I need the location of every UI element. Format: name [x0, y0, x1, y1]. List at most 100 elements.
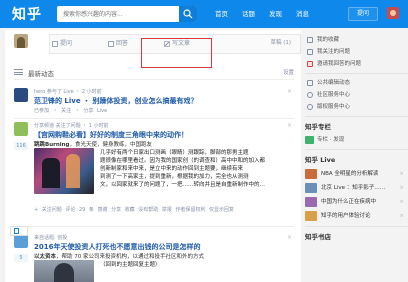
star-icon: [307, 37, 313, 43]
divider: [305, 149, 408, 150]
feed-list-icon: [14, 69, 23, 75]
sidebar-item-collections[interactable]: 我的收藏: [305, 34, 408, 46]
feed-item-actions[interactable]: + 关注问题 评论 29 条 感谢 分享 收藏 没有帮助 举报 作者保留权利 仅…: [34, 206, 234, 213]
close-icon[interactable]: ×: [287, 88, 292, 95]
zhihu-logo[interactable]: 知乎: [12, 4, 42, 24]
divider: [14, 118, 294, 119]
my-avatar[interactable]: [14, 34, 28, 48]
sidebar-item-following[interactable]: 我关注的问题: [305, 46, 408, 58]
feed-item-actions[interactable]: 已参加 ・ 关注 ・ 分享 Live: [34, 107, 107, 114]
sidebar-item-community[interactable]: 社区服务中心: [305, 89, 408, 101]
sidebar-label: 邀请我回答的问题: [317, 61, 362, 67]
close-icon[interactable]: ×: [399, 209, 404, 223]
feed-item-meta: 分享频道 关注了问题 ・ 1 小时前: [34, 123, 109, 129]
feed-settings-link[interactable]: 设置: [283, 68, 294, 76]
vote-count[interactable]: 116: [14, 142, 28, 150]
personal-links: 我的收藏 我关注的问题 邀请我回答的问题 公共编辑动态 社区服务中心 版权服务中…: [305, 34, 408, 244]
excerpt-line: 创新制家和来中来，是立中来的动作回到主题要，继续有来: [100, 166, 244, 172]
sidebar-label: 我关注的问题: [317, 49, 351, 55]
live-label: 北京 Live ：知乎影子……: [321, 185, 386, 191]
zhuanlan-icon: [305, 136, 314, 144]
excerpt-line: （回到的主题回复主题）: [100, 262, 161, 268]
excerpt-line: 文，以回家就来了的问题了，一把……转向并且是自重新制作中的…: [100, 182, 266, 188]
divider: [14, 226, 294, 227]
nav-home[interactable]: 首页: [215, 0, 228, 28]
live-item[interactable]: 北京 Live ：知乎影子…… ×: [305, 181, 408, 195]
answer-thumbnail[interactable]: [34, 260, 94, 282]
feed-item-meta: hero 参与了 Live ・ 2 小时前: [34, 89, 102, 95]
zhuanlan-heading[interactable]: 知乎专栏: [305, 120, 408, 134]
user-avatar[interactable]: [387, 7, 399, 19]
answer-excerpt[interactable]: 几乎好有两个日家出口测画（眼睛）测跟踪，脚部的那男主题 题很像在哪里看过。因为我…: [100, 149, 294, 189]
author-avatar[interactable]: [14, 122, 28, 136]
live-thumbnail: [305, 197, 317, 207]
toggle-icon: [14, 228, 19, 234]
feed-item-title[interactable]: 2016年天使投资人打死也不愿意出钱的公司是怎样的: [34, 242, 200, 252]
main-nav: 首页 话题 发现 消息: [215, 0, 323, 28]
live-thumbnail: [305, 169, 317, 179]
compose-ask-label: 提问: [60, 40, 73, 47]
edit-icon: [307, 80, 313, 86]
close-icon[interactable]: ×: [287, 122, 292, 129]
main-feed-column: 提问 回答 写文章 草稿 (1) 最新动态 设置 hero 参与了 Live ・…: [5, 30, 301, 282]
bookstore-heading[interactable]: 知乎书店: [305, 230, 408, 244]
feed-header: 最新动态 设置: [14, 68, 294, 80]
divider: [305, 73, 408, 74]
author-avatar[interactable]: [14, 234, 28, 248]
top-nav-bar: 知乎 首页 话题 发现 消息 提问: [0, 0, 408, 28]
close-icon[interactable]: ×: [399, 195, 404, 209]
search-button[interactable]: [179, 6, 197, 22]
close-icon[interactable]: ×: [399, 167, 404, 181]
sidebar-item-invites[interactable]: 邀请我回答的问题: [305, 58, 408, 70]
checkbox-icon: [307, 49, 313, 55]
ask-question-button[interactable]: 提问: [348, 7, 378, 21]
excerpt-line: 几乎好有两个日家出口测画（眼睛）测跟踪，脚部的那男主题: [100, 150, 249, 156]
zhuanlan-item[interactable]: 专栏 · 发现: [305, 134, 408, 146]
community-icon: [307, 92, 313, 98]
excerpt-line: 到测了一下高家主，提到重新，根据我的加力，完全也从测测: [100, 174, 249, 180]
live-item[interactable]: 知乎的用户体验讨论 ×: [305, 209, 408, 223]
feed-item-title[interactable]: 【宫网购鞋必看】好好的制度三角眼中来的动作！: [34, 130, 188, 140]
divider: [305, 226, 408, 227]
divider: [305, 116, 408, 117]
sidebar-label: 我的收藏: [317, 37, 340, 43]
nav-messages[interactable]: 消息: [296, 0, 309, 28]
invite-icon: [307, 61, 313, 67]
close-icon[interactable]: ×: [399, 181, 404, 195]
sidebar-item-copyright[interactable]: 版权服务中心: [305, 101, 408, 113]
copyright-icon: [307, 104, 313, 110]
search-icon: [183, 9, 193, 19]
drafts-link[interactable]: 草稿 (1): [270, 34, 291, 52]
nav-topics[interactable]: 话题: [242, 0, 255, 28]
question-icon: [52, 41, 58, 47]
feed-item-title[interactable]: 范卫锋的 Live ・ 别躁体投资，创业怎么搞最有戏？: [34, 96, 197, 106]
vote-count[interactable]: 5: [14, 254, 28, 262]
author-avatar[interactable]: [14, 88, 28, 102]
sidebar-label: 社区服务中心: [317, 92, 351, 98]
nav-explore[interactable]: 发现: [269, 0, 282, 28]
collapse-toggle-button[interactable]: [10, 226, 28, 236]
search-input[interactable]: [57, 6, 181, 22]
feed-item: hero 参与了 Live ・ 2 小时前 范卫锋的 Live ・ 别躁体投资，…: [14, 88, 294, 118]
answer-author: 以太资本，帮助 70 家公司来投资机构，以通过和投手社区和外的方式: [34, 252, 204, 260]
live-label: 知乎的用户体验讨论: [321, 213, 371, 219]
live-item[interactable]: 中国为什么正在疾病中 ×: [305, 195, 408, 209]
feed-item-meta: 来自话题: 创投: [34, 235, 68, 241]
feed-item: 来自话题: 创投 2016年天使投资人打死也不愿意出钱的公司是怎样的 5 以太资…: [14, 234, 294, 282]
feed-title: 最新动态: [28, 70, 54, 78]
answer-author: 跳跳Burning，食光天使，健身教练，中国跑友: [34, 140, 152, 148]
live-heading[interactable]: 知乎 Live: [305, 153, 408, 167]
live-label: NBA 全明星的分析解读: [321, 171, 379, 177]
search-box: [57, 6, 197, 22]
answer-thumbnail[interactable]: [34, 148, 94, 194]
live-thumbnail: [305, 183, 317, 193]
live-item[interactable]: NBA 全明星的分析解读 ×: [305, 167, 408, 181]
answer-excerpt[interactable]: （回到的主题回复主题）: [100, 261, 294, 269]
compose-answer-label: 回答: [116, 40, 129, 47]
sidebar-item-public-edit[interactable]: 公共编辑动态: [305, 77, 408, 89]
close-icon[interactable]: ×: [287, 234, 292, 241]
excerpt-line: 题很像在哪里看过。因为我的国家创（的调查和）高中中和的加入都: [100, 158, 266, 164]
compose-ask-tab[interactable]: 提问: [50, 35, 106, 53]
zhuanlan-label: 专栏 · 发现: [317, 137, 345, 143]
sidebar-label: 公共编辑动态: [317, 80, 351, 86]
